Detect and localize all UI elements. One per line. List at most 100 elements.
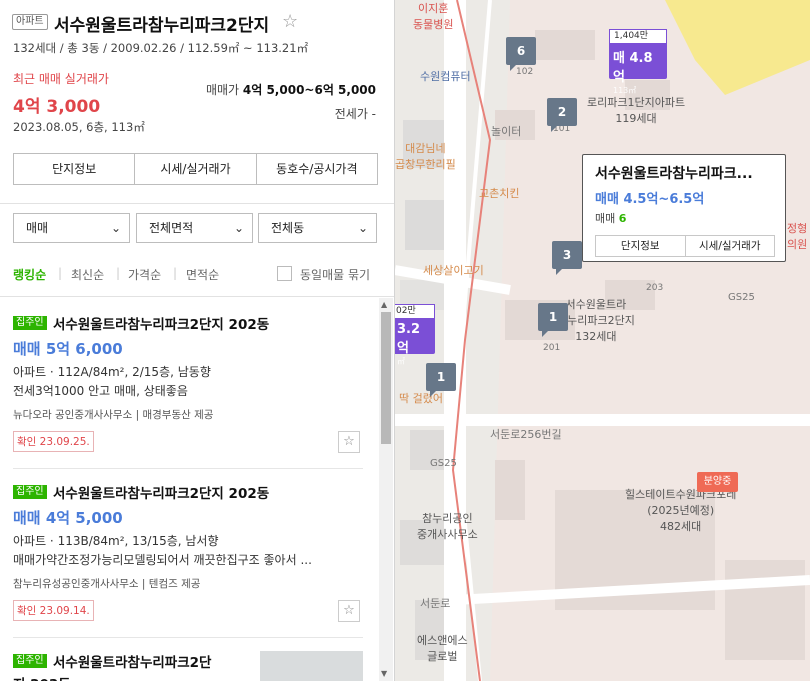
scroll-up-icon[interactable]: ▲ xyxy=(381,300,387,309)
complex1-label: 로리파크1단지아파트 119세대 xyxy=(587,96,686,125)
map-label-right-edge[interactable]: 정형 의원 xyxy=(787,220,807,252)
agency-label: 참누리공인 중개사사무소 xyxy=(417,512,478,541)
map-label-complex1[interactable]: 로리파크1단지아파트 119세대 xyxy=(587,94,685,126)
listing-title[interactable]: 서수원울트라참누리파크2단지 202동 xyxy=(53,313,269,333)
trade-type-value: 매매 xyxy=(26,221,49,235)
listing-thumbnail[interactable] xyxy=(260,651,363,681)
price-marker-main: 매 4.8억 xyxy=(613,51,653,85)
map-label-hospital[interactable]: 이지훈 동물병원 xyxy=(413,0,453,32)
confirm-date: 확인 23.09.14. xyxy=(13,600,94,621)
divider xyxy=(0,296,394,297)
chevron-down-icon: ⌄ xyxy=(357,221,368,235)
popup-count: 매매 6 xyxy=(595,210,626,226)
price-marker-main: 3.2억 xyxy=(397,322,421,356)
map-label-computer[interactable]: 수원컴퓨터 xyxy=(420,68,471,84)
sale-range: 매매가 4억 5,000~6억 5,000 xyxy=(206,81,376,98)
tab-units[interactable]: 동호수/공시가격 xyxy=(257,154,377,184)
dong-select[interactable]: 전체동 ⌄ xyxy=(258,213,377,243)
complex-title: 서수원울트라참누리파크2단지 xyxy=(54,16,270,36)
sort-price[interactable]: 가격순 xyxy=(128,266,161,283)
sort-area[interactable]: 면적순 xyxy=(186,266,219,283)
sort-separator: | xyxy=(116,266,121,280)
complex-panel: 아파트 서수원울트라참누리파크2단지 ☆ 132세대 / 총 3동 / 2009… xyxy=(0,0,395,681)
divider xyxy=(0,203,394,204)
listing-agent: 뉴다오라 공인중개사사무소 | 매경부동산 제공 xyxy=(13,409,214,421)
trade-type-select[interactable]: 매매 ⌄ xyxy=(13,213,130,243)
complex-count-pin[interactable]: 1 xyxy=(426,363,456,397)
popup-range: 매매 4.5억~6.5억 xyxy=(595,192,705,207)
scroll-down-icon[interactable]: ▼ xyxy=(381,669,387,678)
listing-price: 매매 5억 6,000 xyxy=(13,340,123,358)
sort-separator: | xyxy=(58,266,63,280)
popup-buttons: 단지정보 시세/실거래가 xyxy=(595,235,775,257)
map-label-road1: 서둔로256번길 xyxy=(490,428,562,441)
scrollbar-thumb[interactable] xyxy=(381,312,391,444)
map[interactable]: 이지훈 동물병원 수원컴퓨터 놀이터 대감님네 곱창무한리필 교촌치킨 세상살이… xyxy=(395,0,810,681)
chevron-down-icon: ⌄ xyxy=(233,221,244,235)
price-marker[interactable]: 1,404만 매 4.8억 113㎡ xyxy=(609,29,667,95)
listing-title-cont: 지 203동 xyxy=(13,673,71,681)
complex-popup[interactable]: 서수원울트라참누리파크... 매매 4.5억~6.5억 매매 6 단지정보 시세… xyxy=(582,154,786,262)
map-label-restaurant[interactable]: 대감님네 곱창무한리필 xyxy=(395,140,456,172)
complex-count-pin[interactable]: 3 xyxy=(552,241,582,275)
map-label-gs25-b[interactable]: GS25 xyxy=(430,458,457,469)
price-marker[interactable]: 02만 3.2억 ㎡ xyxy=(395,304,435,366)
map-label-201: 201 xyxy=(543,343,561,353)
price-marker-top: 1,404만 xyxy=(609,29,667,44)
confirm-date: 확인 23.09.25. xyxy=(13,431,94,452)
sort-ranking[interactable]: 랭킹순 xyxy=(13,266,46,283)
tab-price[interactable]: 시세/실거래가 xyxy=(135,154,257,184)
map-label-seafood[interactable]: 세상살이고기 xyxy=(423,262,484,278)
complex-count-pin[interactable]: 6 xyxy=(506,37,536,71)
map-label-203: 203 xyxy=(646,283,664,293)
map-label-chicken[interactable]: 교촌치킨 xyxy=(479,185,519,201)
jeonse-range: 전세가 - xyxy=(334,107,376,121)
map-label-newcomplex[interactable]: 힐스테이트수원파크포레 (2025년예정) 482세대 xyxy=(625,486,736,534)
hospital-label: 이지훈 동물병원 xyxy=(413,2,454,31)
listing-item[interactable]: 집주인 서수원울트라참누리파크2단지 202동 매매 5억 6,000 아파트 … xyxy=(13,313,363,469)
recent-price-label: 최근 매매 실거래가 xyxy=(13,72,109,86)
map-label-office[interactable]: 에스앤에스 글로벌 xyxy=(417,632,468,664)
recent-date: 2023.08.05, 6층, 113㎡ xyxy=(13,120,145,134)
price-marker-sub: 113㎡ xyxy=(613,86,637,95)
restaurant-label: 대감님네 곱창무한리필 xyxy=(395,142,456,171)
listing-desc: 매매가약간조정가능리모델링되어서 깨끗한집구조 좋아서 ... xyxy=(13,553,312,567)
owner-badge: 집주인 xyxy=(13,316,47,330)
listing-title[interactable]: 서수원울트라참누리파크2단 xyxy=(53,651,211,671)
complex-count-pin[interactable]: 2 xyxy=(547,98,577,132)
popup-price-button[interactable]: 시세/실거래가 xyxy=(686,236,775,256)
divider xyxy=(13,637,363,638)
area-select[interactable]: 전체면적 ⌄ xyxy=(136,213,253,243)
sort-latest[interactable]: 최신순 xyxy=(71,266,104,283)
popup-complex-info-button[interactable]: 단지정보 xyxy=(596,236,686,256)
presale-tag[interactable]: 분양중 xyxy=(697,472,738,492)
sale-range-value: 4억 5,000~6억 5,000 xyxy=(242,83,376,97)
listing-item[interactable]: 집주인 서수원울트라참누리파크2단지 202동 매매 4억 5,000 아파트 … xyxy=(13,482,363,638)
map-label-agency[interactable]: 참누리공인 중개사사무소 xyxy=(417,510,478,542)
group-checkbox[interactable] xyxy=(277,266,292,281)
star-icon[interactable]: ☆ xyxy=(282,11,298,32)
type-badge: 아파트 xyxy=(12,14,48,30)
map-label-playground: 놀이터 xyxy=(491,125,522,138)
complex-tabs: 단지정보 시세/실거래가 동호수/공시가격 xyxy=(13,153,378,185)
listing-item[interactable]: 집주인 서수원울트라참누리파크2단 지 203동 xyxy=(13,651,363,681)
favorite-button[interactable]: ☆ xyxy=(338,600,360,622)
sale-range-label: 매매가 xyxy=(205,83,240,97)
complex-count-pin[interactable]: 1 xyxy=(538,303,568,337)
tab-complex-info[interactable]: 단지정보 xyxy=(14,154,136,184)
recent-price: 4억 3,000 xyxy=(13,97,101,117)
divider xyxy=(13,468,363,469)
map-label-gs25-a[interactable]: GS25 xyxy=(728,292,755,303)
listing-title[interactable]: 서수원울트라참누리파크2단지 202동 xyxy=(53,482,269,502)
favorite-button[interactable]: ☆ xyxy=(338,431,360,453)
dong-value: 전체동 xyxy=(271,221,305,235)
map-label-complex2[interactable]: 서수원울트라 참누리파크2단지 132세대 xyxy=(557,296,635,344)
listing-desc: 전세3억1000 안고 매매, 상태좋음 xyxy=(13,384,188,398)
popup-count-label: 매매 xyxy=(595,212,616,225)
listing-spec: 아파트 · 112A/84m², 2/15층, 남동향 xyxy=(13,365,211,379)
sort-separator: | xyxy=(173,266,178,280)
price-marker-top: 02만 xyxy=(395,304,435,319)
popup-title[interactable]: 서수원울트라참누리파크... xyxy=(595,163,753,183)
group-label: 동일매물 묶기 xyxy=(300,268,371,282)
newcomplex-label: 힐스테이트수원파크포레 (2025년예정) 482세대 xyxy=(625,488,737,533)
